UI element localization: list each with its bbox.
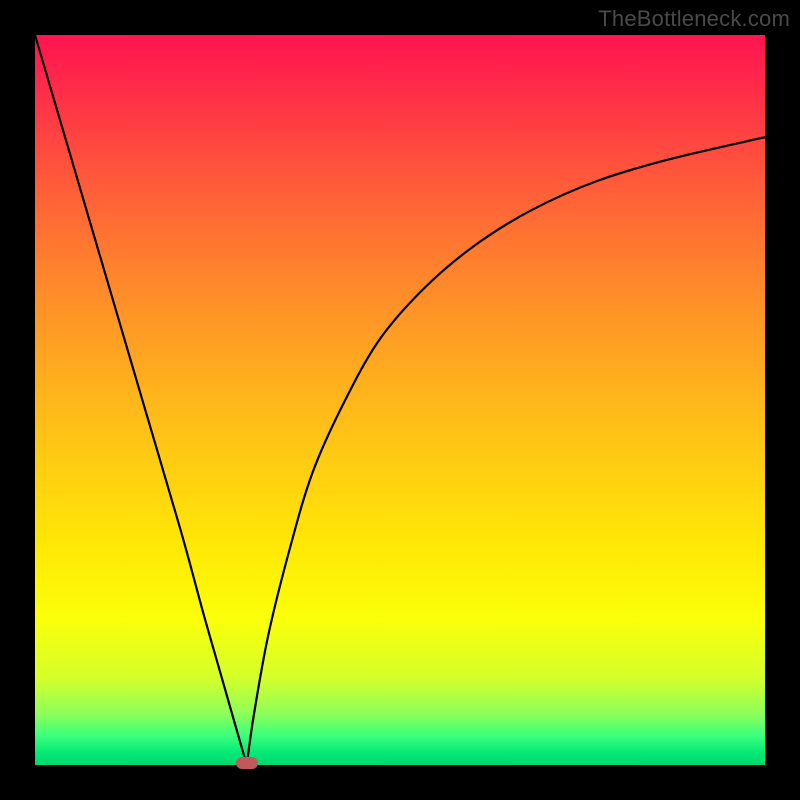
watermark-text: TheBottleneck.com bbox=[598, 6, 790, 32]
minimum-marker bbox=[236, 757, 258, 769]
bottleneck-curve bbox=[35, 35, 765, 765]
curve-svg bbox=[35, 35, 765, 765]
plot-area bbox=[35, 35, 765, 765]
chart-frame: TheBottleneck.com bbox=[0, 0, 800, 800]
